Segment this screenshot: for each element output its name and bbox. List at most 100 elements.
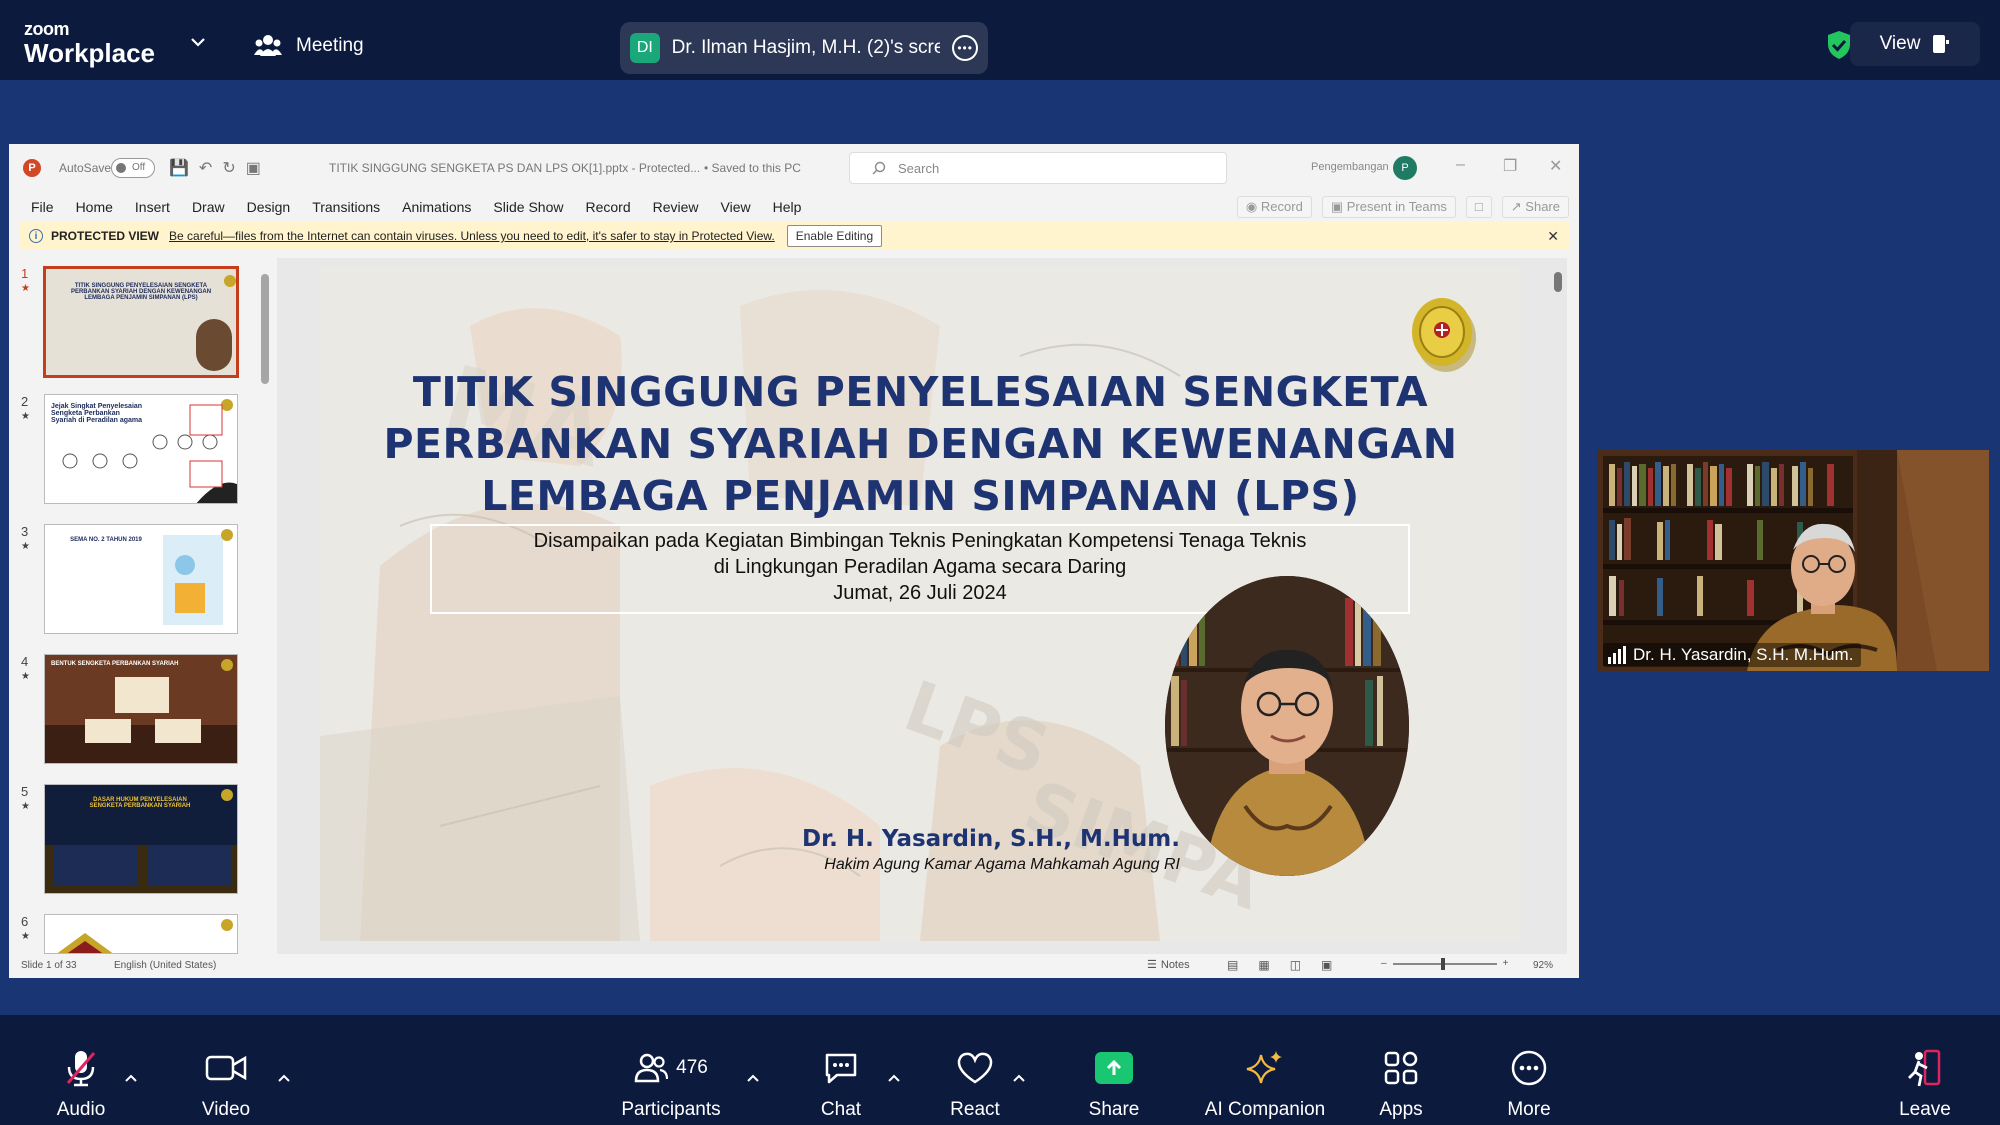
editor-scrollbar[interactable]: [1553, 258, 1563, 948]
apps-label: Apps: [1379, 1099, 1423, 1120]
meeting-menu[interactable]: Meeting: [254, 34, 364, 58]
leave-button[interactable]: Leave: [1860, 1047, 1990, 1121]
participants-button[interactable]: 476 Participants: [606, 1047, 736, 1121]
video-options-caret-icon[interactable]: [277, 1073, 291, 1083]
ribbon-right-actions: ◉ Record ▣ Present in Teams □ ↗ Share: [1236, 196, 1569, 218]
view-label: View: [1879, 33, 1921, 54]
slide-thumbnail-5[interactable]: DASAR HUKUM PENYELESAIAN SENGKETA PERBAN…: [44, 784, 238, 894]
scrollbar-thumb[interactable]: [1554, 272, 1562, 292]
present-icon[interactable]: ▣: [246, 158, 261, 178]
zoom-percent[interactable]: 92%: [1533, 960, 1553, 971]
audio-button[interactable]: Audio: [16, 1047, 146, 1121]
apps-button[interactable]: Apps: [1336, 1047, 1466, 1121]
audio-options-caret-icon[interactable]: [124, 1073, 138, 1083]
tab-transitions[interactable]: Transitions: [312, 199, 380, 215]
react-options-caret-icon[interactable]: [1012, 1073, 1026, 1083]
chat-options-caret-icon[interactable]: [887, 1073, 901, 1083]
share-button[interactable]: ↗ Share: [1501, 196, 1569, 218]
scrollbar-thumb[interactable]: [261, 274, 269, 384]
meeting-controls: Audio Video 476 Participants Chat React …: [0, 1015, 2000, 1125]
react-button[interactable]: React: [910, 1047, 1040, 1121]
enable-editing-button[interactable]: Enable Editing: [786, 225, 883, 247]
notes-label: Notes: [1160, 958, 1190, 971]
slide-thumbnail-4[interactable]: BENTUK SENGKETA PERBANKAN SYARIAH: [44, 654, 238, 764]
notes-button[interactable]: ☰ Notes: [1147, 958, 1190, 972]
account-avatar[interactable]: P: [1393, 156, 1417, 180]
slide-title-line-1: TITIK SINGGUNG PENYELESAIAN SENGKETA: [412, 368, 1429, 416]
chevron-down-icon[interactable]: [190, 36, 206, 48]
protected-view-message[interactable]: Be careful—files from the Internet can c…: [169, 229, 775, 243]
ppt-share-label: Share: [1525, 199, 1560, 214]
autosave-label: AutoSave: [59, 161, 112, 175]
more-options-icon[interactable]: •••: [952, 35, 978, 61]
minimize-icon[interactable]: –: [1456, 156, 1465, 174]
slide-thumbnail-6[interactable]: [44, 914, 238, 954]
account-name[interactable]: Pengembangan: [1311, 161, 1389, 173]
supreme-court-emblem-icon: [1412, 298, 1476, 372]
slide-thumbnail-1[interactable]: TITIK SINGGUNG PENYELESAIAN SENGKETA PER…: [43, 266, 239, 378]
undo-icon[interactable]: ↶: [199, 158, 212, 178]
save-icon[interactable]: 💾: [169, 158, 189, 178]
ppt-title-bar: P AutoSave Off 💾 ↶ ↻ ▣ TITIK SINGGUNG SE…: [9, 144, 1579, 192]
participant-video-tile[interactable]: Dr. H. Yasardin, S.H. M.Hum.: [1597, 450, 1989, 671]
zoom-knob[interactable]: [1440, 957, 1445, 970]
thumbnails-scrollbar[interactable]: [261, 266, 269, 946]
tab-help[interactable]: Help: [773, 199, 802, 215]
tab-slide-show[interactable]: Slide Show: [493, 199, 563, 215]
speaker-name: Dr. H. Yasardin, S.H., M.Hum.: [802, 826, 1180, 852]
ai-companion-button[interactable]: AI Companion: [1190, 1047, 1340, 1121]
tab-animations[interactable]: Animations: [402, 199, 471, 215]
zoom-out-icon[interactable]: –: [1381, 958, 1387, 969]
slide-title: TITIK SINGGUNG PENYELESAIAN SENGKETA PER…: [320, 366, 1521, 522]
slide-thumbnails-pane: 1 ★ TITIK SINGGUNG PENYELESAIAN SENGKETA …: [9, 258, 271, 954]
current-slide[interactable]: LPS SIMPA MA TITIK SINGGUNG PENYELESAIAN…: [320, 266, 1521, 941]
search-icon: [872, 161, 886, 175]
more-button[interactable]: More: [1464, 1047, 1594, 1121]
tab-review[interactable]: Review: [653, 199, 699, 215]
tab-draw[interactable]: Draw: [192, 199, 225, 215]
chat-label: Chat: [820, 1099, 862, 1120]
chat-button[interactable]: Chat: [776, 1047, 906, 1121]
security-shield-icon[interactable]: [1826, 30, 1852, 60]
tab-insert[interactable]: Insert: [135, 199, 170, 215]
close-icon[interactable]: ✕: [1549, 156, 1562, 176]
restore-icon[interactable]: ❐: [1503, 156, 1517, 176]
zoom-in-icon[interactable]: +: [1503, 958, 1509, 969]
comments-icon[interactable]: □: [1465, 196, 1492, 218]
search-input[interactable]: Search: [849, 152, 1227, 184]
participants-options-caret-icon[interactable]: [746, 1073, 760, 1083]
slideshow-view-icon[interactable]: ▣: [1321, 958, 1332, 972]
view-switcher: ▤ ▦ ◫ ▣: [1227, 958, 1332, 972]
participants-icon: [634, 1053, 669, 1083]
zoom-track[interactable]: [1392, 957, 1497, 970]
ai-sparkle-icon: [1246, 1051, 1282, 1084]
redo-icon[interactable]: ↻: [222, 158, 235, 178]
participant-count: 476: [676, 1057, 708, 1078]
thumb-number: 6 ★: [21, 914, 30, 942]
record-button[interactable]: ◉ Record: [1236, 196, 1312, 218]
share-screen-button[interactable]: Share: [1049, 1047, 1179, 1121]
tab-file[interactable]: File: [31, 199, 54, 215]
normal-view-icon[interactable]: ▤: [1227, 958, 1238, 972]
reading-view-icon[interactable]: ◫: [1290, 958, 1301, 972]
tab-record[interactable]: Record: [585, 199, 630, 215]
language-indicator[interactable]: English (United States): [114, 960, 216, 971]
close-icon[interactable]: ✕: [1547, 228, 1559, 245]
video-camera-icon: [205, 1055, 247, 1081]
slide-sorter-icon[interactable]: ▦: [1258, 958, 1269, 972]
thumb-number: 2 ★: [21, 394, 30, 422]
view-button[interactable]: View: [1850, 22, 1980, 66]
screen-share-indicator[interactable]: DI Dr. Ilman Hasjim, M.H. (2)'s scree ••…: [620, 22, 988, 74]
present-in-teams-button[interactable]: ▣ Present in Teams: [1321, 196, 1456, 218]
tab-design[interactable]: Design: [247, 199, 291, 215]
tab-view[interactable]: View: [721, 199, 751, 215]
slide-thumbnail-2[interactable]: Jejak Singkat Penyelesaian Sengketa Perb…: [44, 394, 238, 504]
tab-home[interactable]: Home: [76, 199, 113, 215]
info-icon: i: [29, 229, 43, 243]
thumb-caption: SEMA NO. 2 TAHUN 2019: [70, 537, 142, 543]
zoom-slider[interactable]: – +: [1381, 957, 1509, 970]
autosave-toggle[interactable]: Off: [111, 158, 155, 178]
video-button[interactable]: Video: [161, 1047, 291, 1121]
thumb-6-art: [57, 919, 233, 953]
slide-thumbnail-3[interactable]: SEMA NO. 2 TAHUN 2019: [44, 524, 238, 634]
